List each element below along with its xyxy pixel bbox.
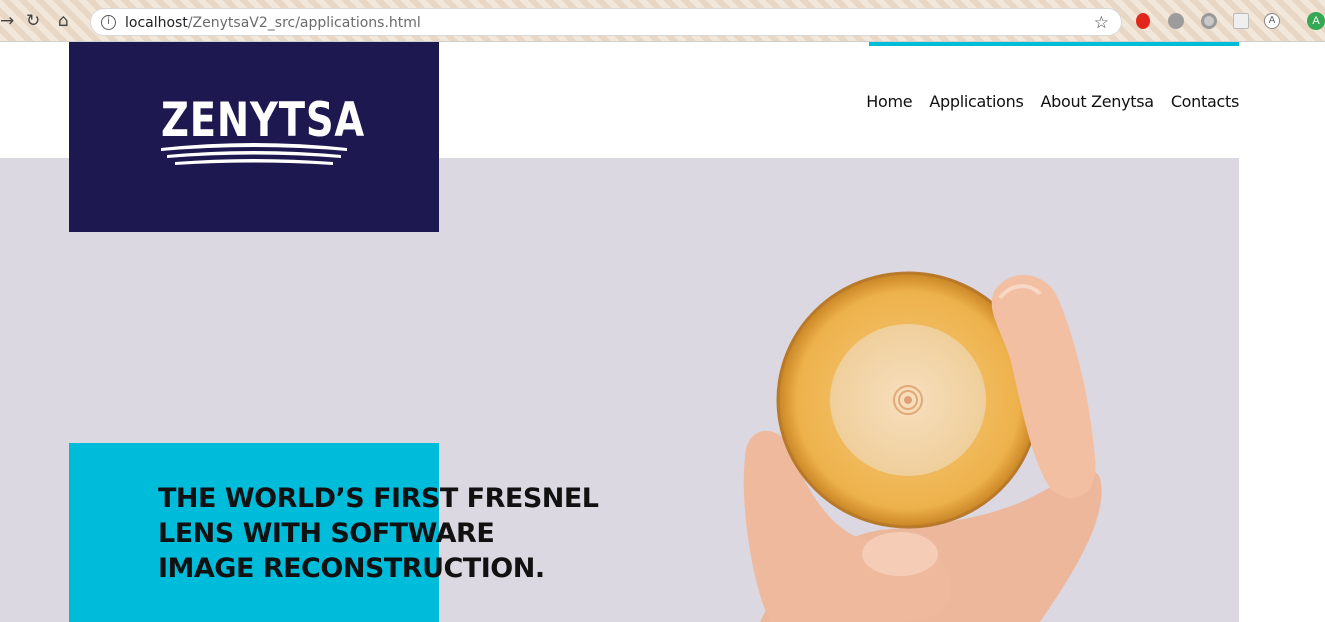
extension-grey-icon[interactable] (1168, 13, 1184, 29)
logo-waves-icon (161, 143, 347, 165)
nav-about[interactable]: About Zenytsa (1040, 92, 1154, 111)
nav-applications[interactable]: Applications (929, 92, 1023, 111)
back-arrow-icon[interactable]: → (0, 11, 14, 31)
url-host: localhost (125, 15, 188, 31)
home-icon[interactable]: ⌂ (58, 11, 69, 31)
logo[interactable]: ZENYTSA (69, 42, 439, 232)
info-icon[interactable]: i (101, 15, 116, 30)
logo-text: ZENYTSA (161, 93, 366, 148)
extension-box-icon[interactable] (1233, 13, 1249, 29)
star-icon[interactable]: ☆ (1094, 13, 1109, 33)
opera-icon[interactable] (1136, 13, 1150, 29)
headline-line: THE WORLD’S FIRST FRESNEL (158, 483, 599, 514)
address-bar[interactable]: i localhost/ZenytsaV2_src/applications.h… (90, 8, 1122, 36)
headline-line: LENS WITH SOFTWARE (158, 518, 495, 549)
reload-icon[interactable]: ↻ (26, 11, 40, 31)
extension-a-icon[interactable]: A (1264, 13, 1280, 29)
nav-contacts[interactable]: Contacts (1171, 92, 1239, 111)
main-nav: Home Applications About Zenytsa Contacts (866, 92, 1239, 111)
headline-line: IMAGE RECONSTRUCTION. (158, 553, 545, 584)
header-accent-bar (869, 42, 1239, 46)
hero-headline: THE WORLD’S FIRST FRESNEL LENS WITH SOFT… (158, 481, 599, 586)
profile-avatar-icon[interactable]: A (1307, 12, 1325, 30)
url-text[interactable]: localhost/ZenytsaV2_src/applications.htm… (125, 15, 421, 31)
nav-home[interactable]: Home (866, 92, 912, 111)
extension-circle-icon[interactable] (1201, 13, 1217, 29)
url-path: /ZenytsaV2_src/applications.html (187, 15, 421, 31)
browser-toolbar: → ↻ ⌂ i localhost/ZenytsaV2_src/applicat… (0, 0, 1325, 42)
